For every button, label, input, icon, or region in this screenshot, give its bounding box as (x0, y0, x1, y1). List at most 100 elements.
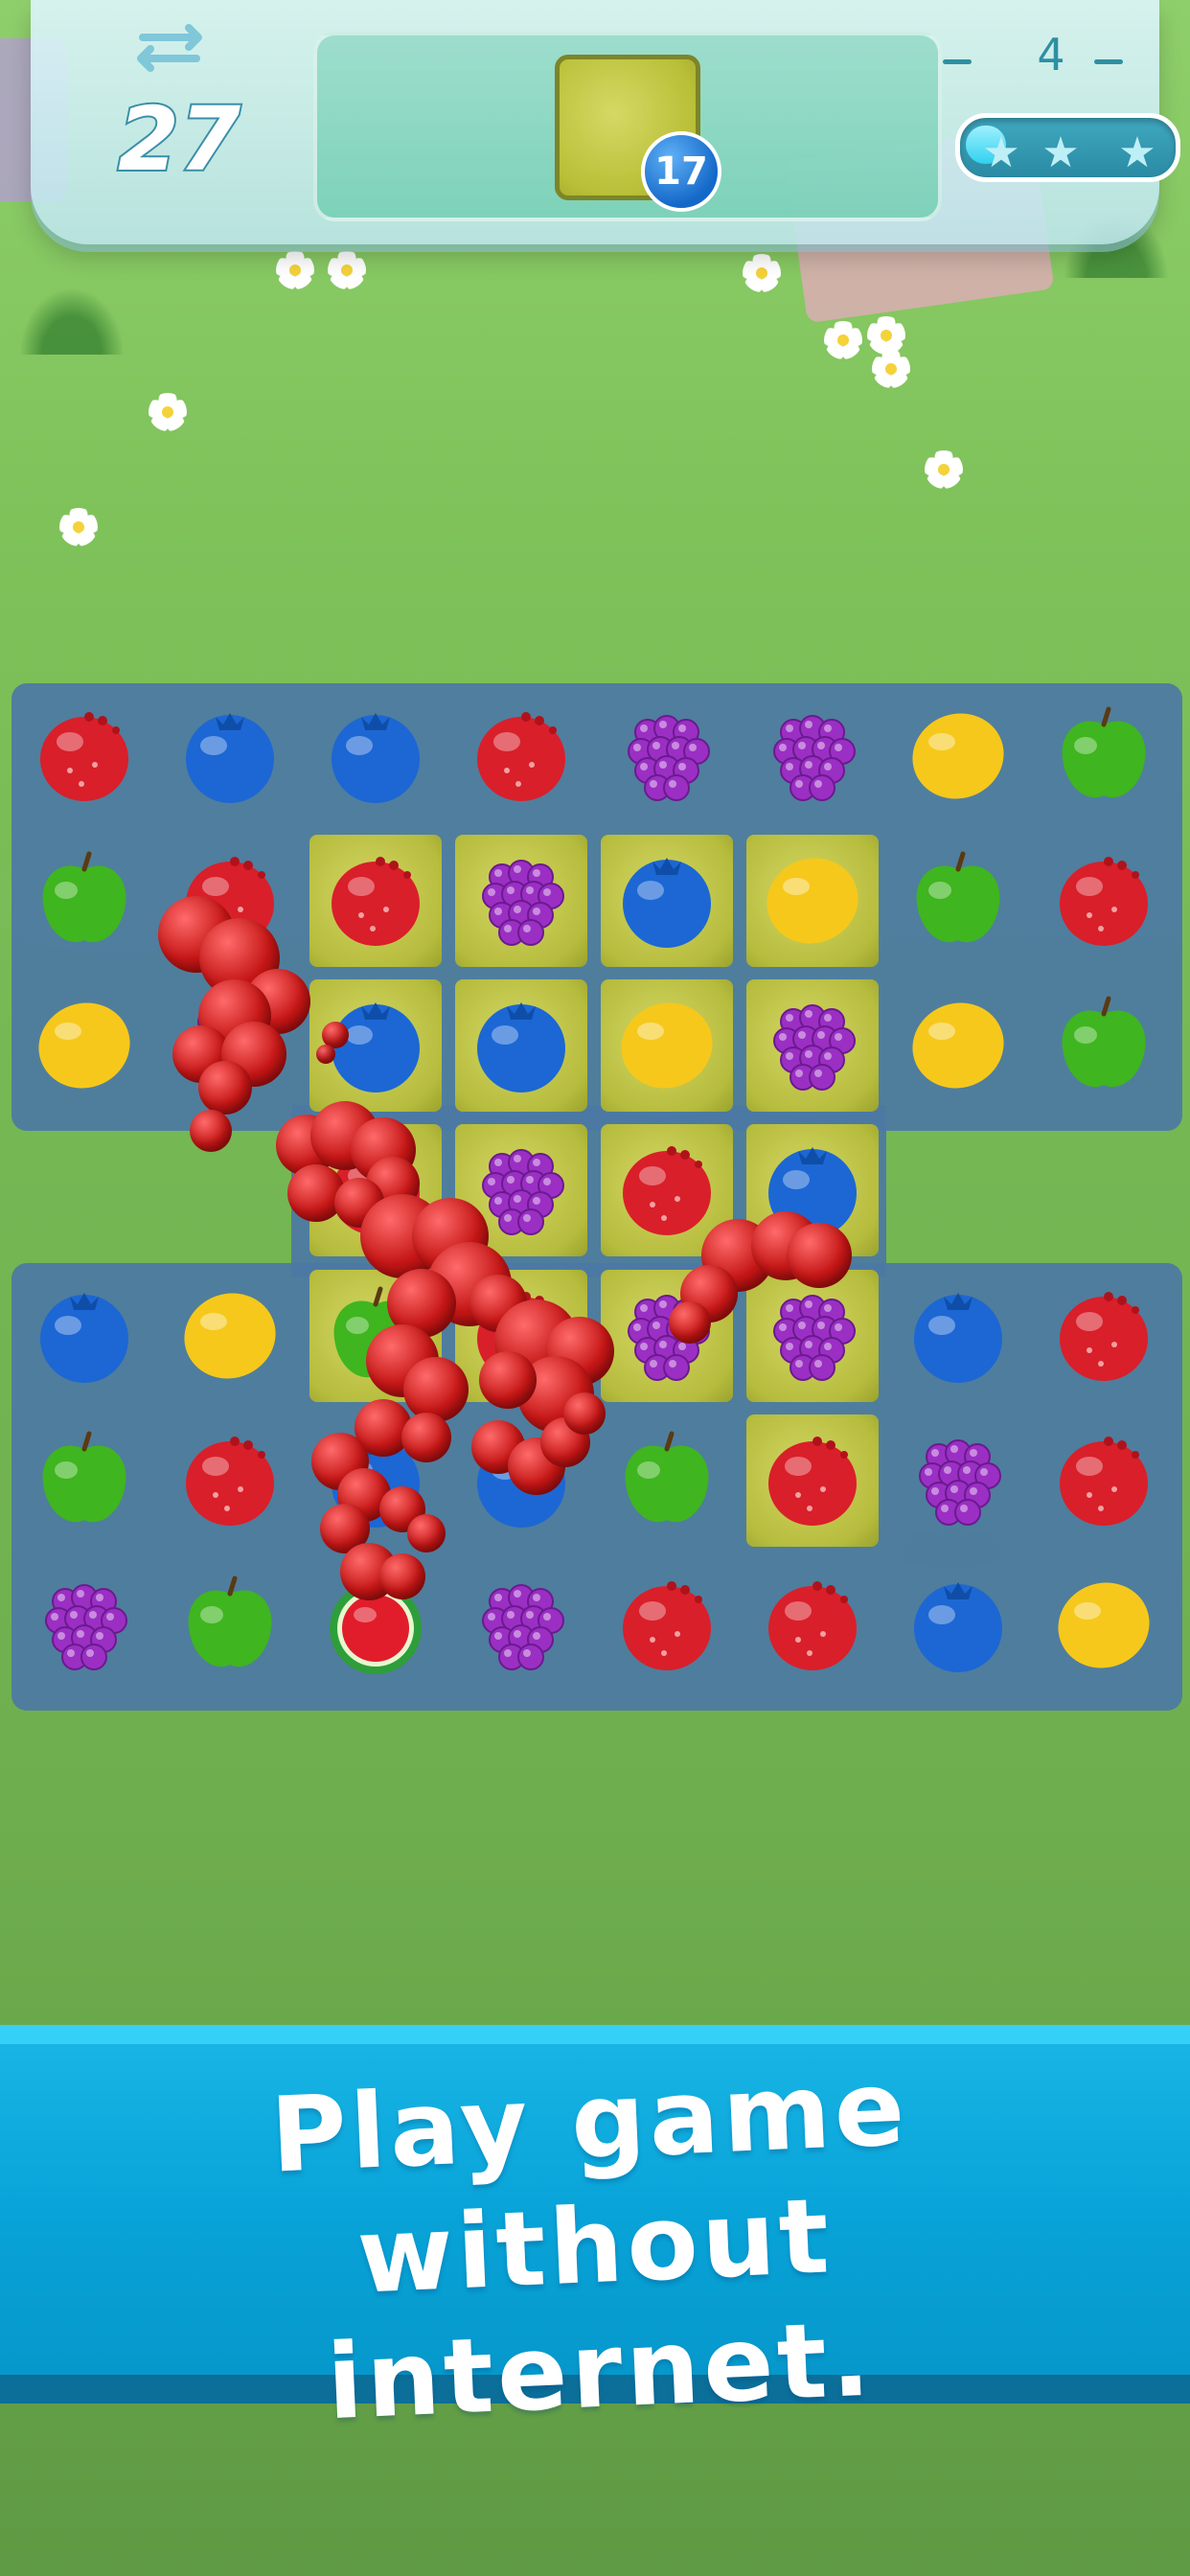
apple-icon (42, 1431, 126, 1523)
lemon-icon (767, 858, 858, 944)
promo-line-1: Play game without (268, 2048, 911, 2317)
board-cell[interactable] (743, 976, 882, 1116)
star-icon: ★ (1041, 128, 1080, 177)
apple-icon (1062, 706, 1146, 798)
board-cell[interactable] (306, 686, 446, 826)
apple-icon (625, 1431, 709, 1523)
goal-count-badge: 17 (641, 131, 721, 212)
combo-bubble (787, 1223, 852, 1288)
board-cell[interactable] (743, 686, 882, 826)
board-cell[interactable] (597, 831, 737, 971)
board-cell[interactable] (14, 1555, 154, 1695)
grape-icon (773, 1295, 856, 1381)
level-number: 4 (1037, 29, 1065, 80)
lemon-icon (38, 1002, 130, 1089)
board-cell[interactable] (14, 1411, 154, 1551)
board-cell[interactable] (1034, 686, 1174, 826)
flower (824, 321, 862, 359)
apple-icon (188, 1576, 272, 1668)
strawberry-icon (477, 712, 565, 801)
blueberry-icon (914, 1293, 1002, 1383)
grape-icon (773, 1004, 856, 1091)
board-cell[interactable] (1034, 976, 1174, 1116)
board-cell[interactable] (160, 686, 300, 826)
board-cell[interactable] (888, 1411, 1028, 1551)
star-progress-bar: ★ ★ ★ (955, 113, 1180, 182)
board-cell[interactable] (888, 976, 1028, 1116)
board-cell[interactable] (451, 686, 591, 826)
lemon-icon (912, 713, 1004, 799)
combo-bubble (563, 1392, 606, 1435)
board-cell[interactable] (597, 1411, 737, 1551)
flower (925, 450, 963, 489)
grape-icon (482, 860, 564, 946)
apple-icon (1062, 996, 1146, 1088)
board-cell[interactable] (160, 1555, 300, 1695)
combo-bubble (316, 1045, 335, 1064)
top-hud: 27 17 4 ★ ★ ★ (31, 0, 1180, 244)
board-cell[interactable] (597, 976, 737, 1116)
combo-bubble (479, 1351, 537, 1409)
board-cell[interactable] (14, 686, 154, 826)
grape-icon (482, 1584, 564, 1670)
board-cell[interactable] (451, 831, 591, 971)
flower (59, 508, 98, 546)
star-icon: ★ (1118, 128, 1156, 177)
strawberry-icon (623, 1581, 711, 1670)
board-cell[interactable] (1034, 831, 1174, 971)
combo-bubble (403, 1357, 469, 1422)
combo-bubble (401, 1413, 451, 1462)
flower (149, 393, 187, 431)
board-cell[interactable] (888, 686, 1028, 826)
board-cell[interactable] (14, 831, 154, 971)
board-cell[interactable] (1034, 1555, 1174, 1695)
flower (328, 251, 366, 289)
board-cell[interactable] (743, 1411, 882, 1551)
grape-icon (773, 715, 856, 801)
board-cell[interactable] (1034, 1266, 1174, 1406)
flower (743, 254, 781, 292)
combo-bubble (407, 1514, 446, 1552)
board-cell[interactable] (743, 831, 882, 971)
board-cell[interactable] (888, 1266, 1028, 1406)
combo-bubble (379, 1553, 425, 1599)
combo-bubble (190, 1110, 232, 1152)
board-cell[interactable] (888, 1555, 1028, 1695)
board-cell[interactable] (14, 976, 154, 1116)
promo-text: Play game without internet. (21, 2036, 1169, 2458)
blueberry-icon (332, 713, 420, 803)
board-cell[interactable] (14, 1266, 154, 1406)
board-cell[interactable] (160, 1266, 300, 1406)
flower (872, 350, 910, 388)
board-cell[interactable] (160, 1411, 300, 1551)
apple-icon (916, 851, 1000, 943)
board-cell[interactable] (743, 1555, 882, 1695)
board-cell[interactable] (306, 831, 446, 971)
lemon-icon (1058, 1582, 1150, 1668)
strawberry-icon (623, 1146, 711, 1235)
blueberry-icon (186, 713, 274, 803)
strawberry-icon (1060, 1292, 1148, 1381)
strawberry-icon (768, 1581, 857, 1670)
board-cell[interactable] (597, 686, 737, 826)
star-icon: ★ (982, 128, 1020, 177)
moves-counter: 27 (116, 88, 242, 191)
flower (276, 251, 314, 289)
blueberry-icon (914, 1582, 1002, 1672)
board-cell[interactable] (451, 976, 591, 1116)
board-cell[interactable] (597, 1555, 737, 1695)
grape-icon (919, 1439, 1001, 1526)
strawberry-icon (1060, 1437, 1148, 1526)
lemon-icon (621, 1002, 713, 1089)
blueberry-icon (40, 1293, 128, 1383)
flower (867, 316, 905, 355)
apple-icon (42, 851, 126, 943)
board-cell[interactable] (888, 831, 1028, 971)
combo-bubble (198, 1061, 252, 1115)
swap-arrows-icon (137, 24, 202, 72)
combo-bubble (669, 1301, 711, 1344)
game-board (11, 683, 1182, 1711)
board-cell[interactable] (451, 1555, 591, 1695)
lemon-icon (184, 1293, 276, 1379)
board-cell[interactable] (1034, 1411, 1174, 1551)
